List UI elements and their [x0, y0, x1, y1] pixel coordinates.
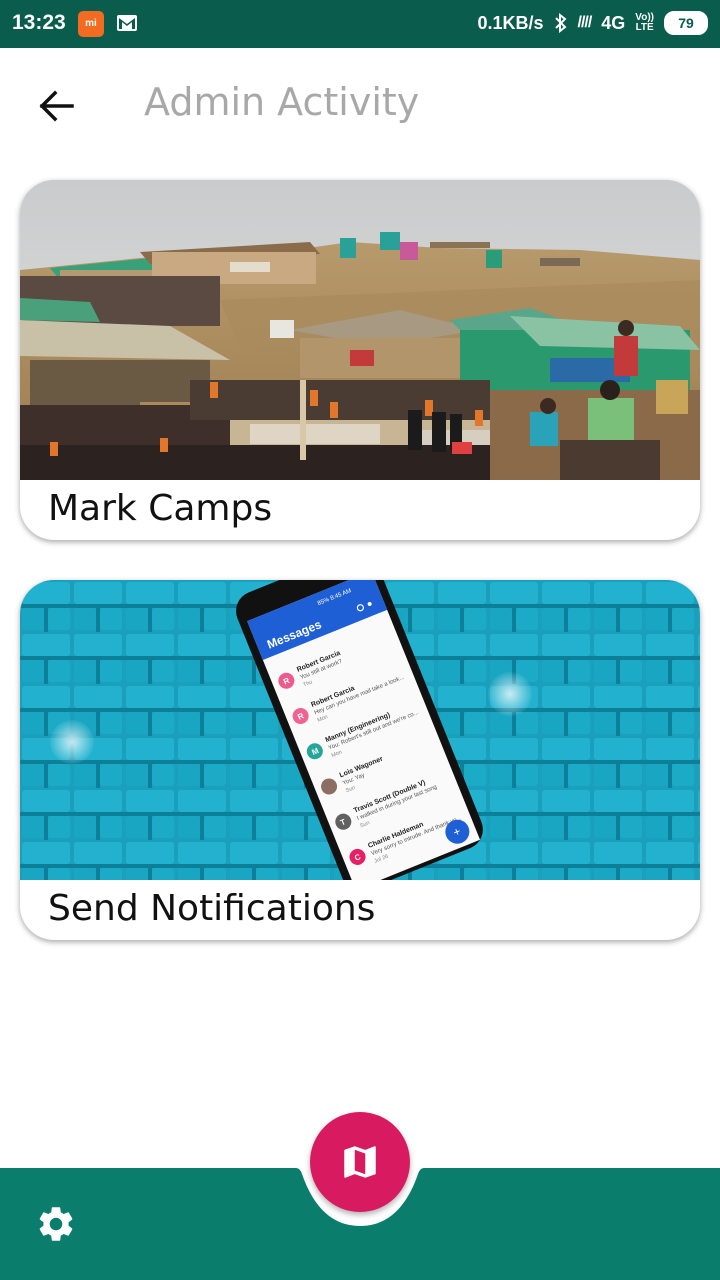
gear-icon	[39, 1207, 73, 1241]
status-right-group: 0.1KB/s //// 4G Vo)) LTE 79	[477, 11, 708, 35]
map-fab-button[interactable]	[310, 1112, 410, 1212]
map-icon	[344, 1146, 376, 1178]
gmail-icon	[117, 15, 137, 31]
network-type: 4G	[601, 12, 626, 33]
back-button[interactable]	[30, 80, 82, 132]
mark-camps-card[interactable]: Mark Camps	[20, 180, 700, 540]
bluetooth-icon	[554, 13, 566, 33]
status-time: 13:23	[12, 11, 66, 34]
mi-app-icon: mi	[78, 11, 104, 37]
camp-crowd-photo	[20, 180, 700, 480]
settings-button[interactable]	[30, 1198, 82, 1250]
mark-camps-label: Mark Camps	[48, 488, 273, 529]
status-bar: 13:23 mi 0.1KB/s //// 4G Vo)) LTE 79	[0, 0, 720, 48]
signal-icon: ////	[577, 14, 593, 31]
network-speed: 0.1KB/s	[477, 12, 544, 33]
phone-messages-photo: Messages 85% 8:45 AM R Robert Garcia You s…	[20, 580, 700, 880]
battery-indicator: 79	[664, 11, 708, 35]
volte-line-2: LTE	[635, 22, 654, 33]
page-title: Admin Activity	[144, 80, 420, 124]
send-notifications-label: Send Notifications	[48, 888, 376, 929]
send-notifications-card[interactable]: Messages 85% 8:45 AM R Robert Garcia You s…	[20, 580, 700, 940]
volte-indicator: Vo)) LTE	[635, 13, 654, 33]
arrow-left-icon	[39, 90, 74, 122]
